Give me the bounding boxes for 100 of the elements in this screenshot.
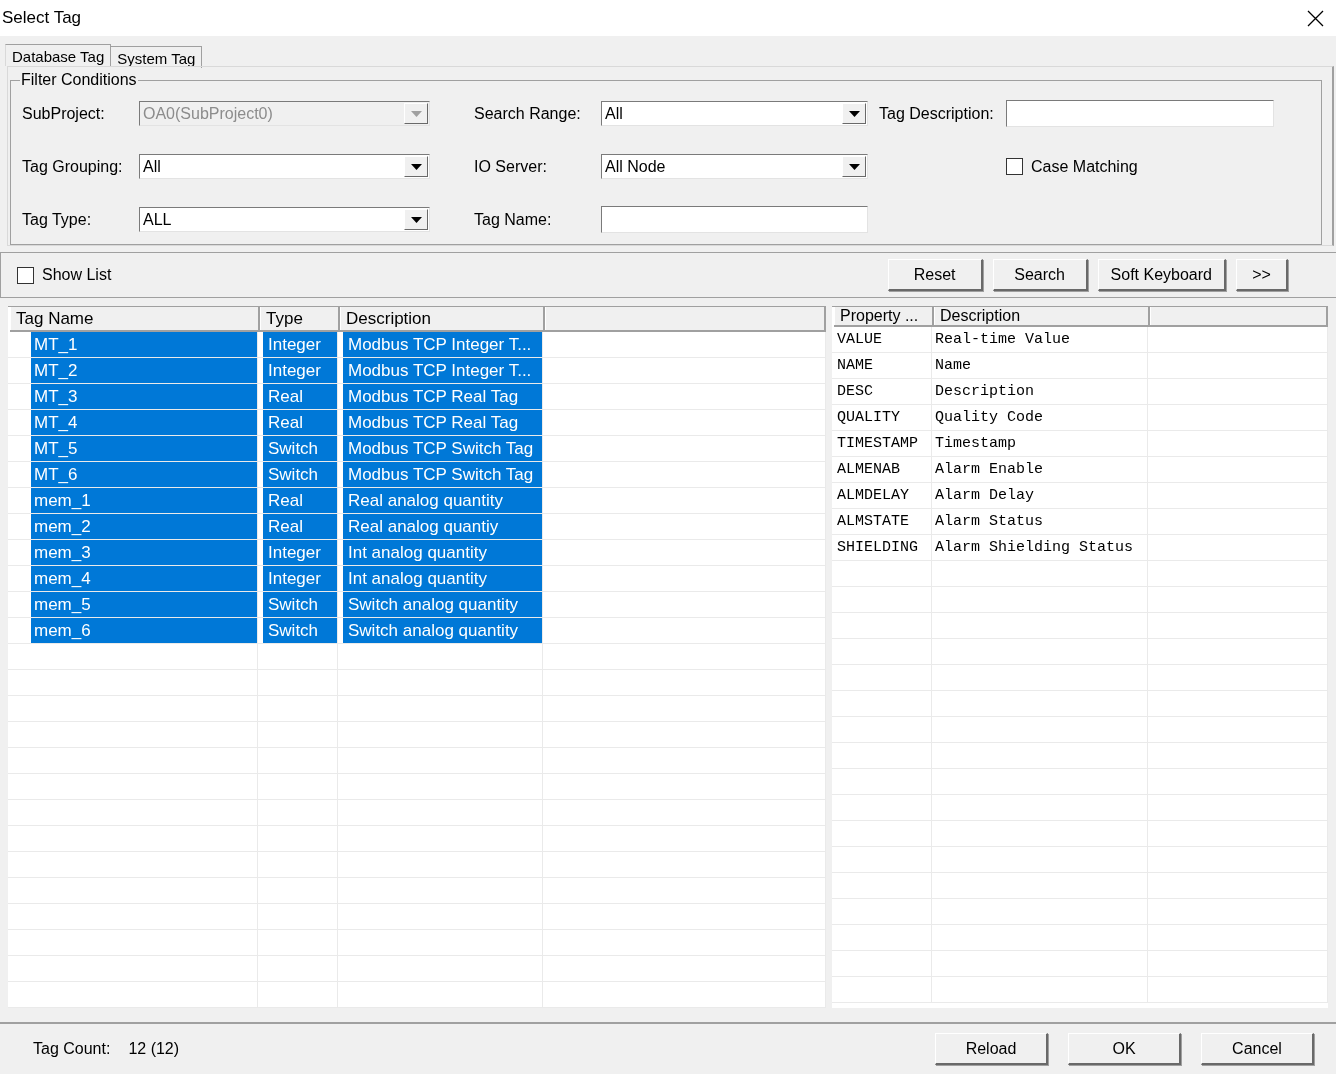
table-cell: ALMDELAY [837,487,909,504]
table-cell: Real analog quantiy [343,514,542,539]
field-label: IO Server: [474,157,548,176]
tab[interactable]: Database Tag [5,44,112,66]
table-row[interactable]: MT_4 Real Modbus TCP Real Tag [8,410,826,436]
tab[interactable]: System Tag [111,46,203,68]
dropdown[interactable]: All [139,154,430,179]
table-cell: Real [263,410,337,435]
caret-icon [404,156,428,177]
table-cell: Alarm Status [935,513,1044,530]
count-label: Tag Count: [33,1040,111,1058]
table-cell: mem_1 [31,488,257,513]
dropdown[interactable]: All [601,101,868,126]
toolbar-button[interactable]: Reset [887,259,983,291]
table-cell: MT_4 [31,410,257,435]
group-title: Filter Conditions [20,71,138,89]
table-cell: Real [263,384,337,409]
column-header[interactable]: Description [934,307,1150,325]
table-row[interactable]: mem_4 Integer Int analog quantity [8,566,826,592]
table-row[interactable]: mem_6 Switch Switch analog quantity [8,618,826,644]
count-value: 12 (12) [128,1040,180,1058]
checkbox[interactable] [17,266,34,284]
table-cell: MT_6 [31,462,257,487]
table-cell: Integer [263,332,337,357]
table-cell: Real [263,488,337,513]
table-cell: Alarm Delay [935,487,1035,504]
column-header[interactable]: Description [340,307,545,330]
field-label: Tag Name: [474,210,553,229]
table-cell: MT_3 [31,384,257,409]
toolbar-button[interactable]: Search [992,259,1088,291]
field-label: Search Range: [474,104,582,123]
dropdown[interactable]: ALL [139,207,430,232]
table-cell: mem_4 [31,566,257,591]
table-cell: Switch [263,462,337,487]
table-cell: Modbus TCP Integer T... [343,358,542,383]
table-cell: mem_2 [31,514,257,539]
toolbar-button[interactable]: >> [1236,259,1288,291]
toolbar-button[interactable]: Soft Keyboard [1097,259,1226,291]
checkbox[interactable] [1006,158,1023,175]
caret-icon [404,103,428,124]
table-cell: Modbus TCP Switch Tag [343,436,542,461]
column-header[interactable]: Type [260,307,340,330]
table-cell: Switch analog quantity [343,592,542,617]
table-cell: Int analog quantity [343,540,542,565]
field-label: Tag Type: [22,210,93,229]
table-row[interactable]: MT_1 Integer Modbus TCP Integer T... [8,332,826,358]
table-cell: Modbus TCP Integer T... [343,332,542,357]
input-field[interactable] [1006,100,1274,127]
table-cell: mem_3 [31,540,257,565]
dropdown[interactable]: All Node [601,154,868,179]
table-row[interactable]: mem_1 Real Real analog quantity [8,488,826,514]
table-row[interactable]: mem_5 Switch Switch analog quantity [8,592,826,618]
dialog-button[interactable]: Cancel [1201,1033,1314,1065]
table-cell: NAME [837,357,873,374]
table-cell: Integer [263,358,337,383]
field-label: Tag Description: [879,104,995,123]
table-cell: Modbus TCP Switch Tag [343,462,542,487]
input-field[interactable] [601,206,868,233]
table-cell: Alarm Shielding Status [935,539,1134,556]
table-cell: ALMENAB [837,461,900,478]
table-cell: mem_6 [31,618,257,643]
table-cell: Modbus TCP Real Tag [343,410,542,435]
column-header[interactable]: Property ... [834,307,934,325]
table-cell: VALUE [837,331,882,348]
table-cell: Real [263,514,337,539]
table-cell: Switch [263,436,337,461]
table-row[interactable]: mem_3 Integer Int analog quantity [8,540,826,566]
caret-icon [404,209,428,230]
caret-icon [842,103,866,124]
table-cell: Description [935,383,1035,400]
table-cell: Alarm Enable [935,461,1044,478]
table-cell: Switch [263,618,337,643]
table-cell: ALMSTATE [837,513,909,530]
checkbox-label: Case Matching [1031,157,1138,176]
field-label: SubProject: [22,104,106,123]
column-header[interactable]: Tag Name [10,307,260,330]
window-title: Select Tag [2,8,82,28]
checkbox-label: Show List [42,266,112,284]
table-cell: QUALITY [837,409,900,426]
table-row[interactable]: mem_2 Real Real analog quantiy [8,514,826,540]
table-cell: TIMESTAMP [837,435,918,452]
table-row[interactable]: MT_6 Switch Modbus TCP Switch Tag [8,462,826,488]
dialog-button[interactable]: OK [1068,1033,1181,1065]
table-cell: Modbus TCP Real Tag [343,384,542,409]
table-cell: mem_5 [31,592,257,617]
table-cell: MT_1 [31,332,257,357]
table-cell: SHIELDING [837,539,918,556]
table-cell: Switch analog quantity [343,618,542,643]
field-label: Tag Grouping: [22,157,124,176]
table-row[interactable]: MT_3 Real Modbus TCP Real Tag [8,384,826,410]
table-row[interactable]: MT_5 Switch Modbus TCP Switch Tag [8,436,826,462]
table-cell: Quality Code [935,409,1044,426]
table-row[interactable]: MT_2 Integer Modbus TCP Integer T... [8,358,826,384]
dialog-button[interactable]: Reload [935,1033,1048,1065]
table-cell: Name [935,357,971,374]
table-cell: Switch [263,592,337,617]
table-cell: Integer [263,540,337,565]
table-cell: MT_5 [31,436,257,461]
table-cell: Timestamp [935,435,1016,452]
table-cell: Real-time Value [935,331,1071,348]
